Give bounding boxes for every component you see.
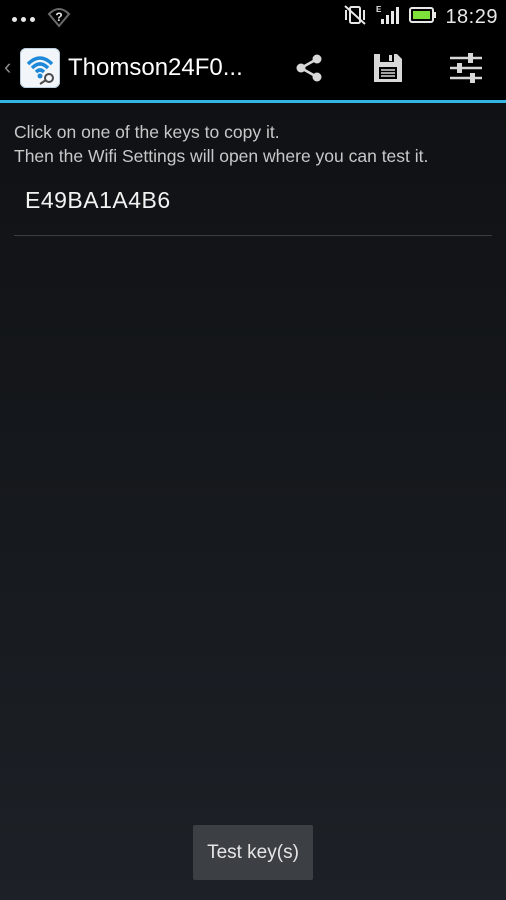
svg-text:?: ? bbox=[55, 10, 62, 24]
svg-text:E: E bbox=[376, 5, 382, 14]
battery-icon bbox=[409, 6, 437, 29]
key-text: E49BA1A4B6 bbox=[25, 187, 171, 213]
up-caret-icon[interactable]: ‹ bbox=[4, 56, 11, 78]
clock: 18:29 bbox=[445, 6, 498, 28]
vibrate-muted-icon bbox=[343, 4, 367, 31]
main-content: Click on one of the keys to copy it. The… bbox=[0, 103, 506, 900]
list-item[interactable]: E49BA1A4B6 bbox=[14, 171, 492, 236]
status-bar: ? E 18:29 bbox=[0, 0, 506, 36]
wifi-key-app-icon[interactable] bbox=[20, 48, 60, 88]
more-dots-icon bbox=[12, 17, 35, 22]
instruction-line-1: Click on one of the keys to copy it. bbox=[14, 122, 280, 142]
action-bar: ‹ Thomson24F0... bbox=[0, 36, 506, 103]
test-keys-button[interactable]: Test key(s) bbox=[193, 825, 313, 880]
instructions: Click on one of the keys to copy it. The… bbox=[14, 120, 428, 168]
wifi-question-icon: ? bbox=[47, 6, 71, 33]
instruction-line-2: Then the Wifi Settings will open where y… bbox=[14, 146, 429, 166]
share-icon[interactable] bbox=[289, 50, 329, 86]
save-icon[interactable] bbox=[368, 50, 408, 86]
settings-sliders-icon[interactable] bbox=[446, 50, 486, 86]
signal-e-icon: E bbox=[375, 4, 401, 31]
page-title[interactable]: Thomson24F0... bbox=[68, 54, 243, 82]
